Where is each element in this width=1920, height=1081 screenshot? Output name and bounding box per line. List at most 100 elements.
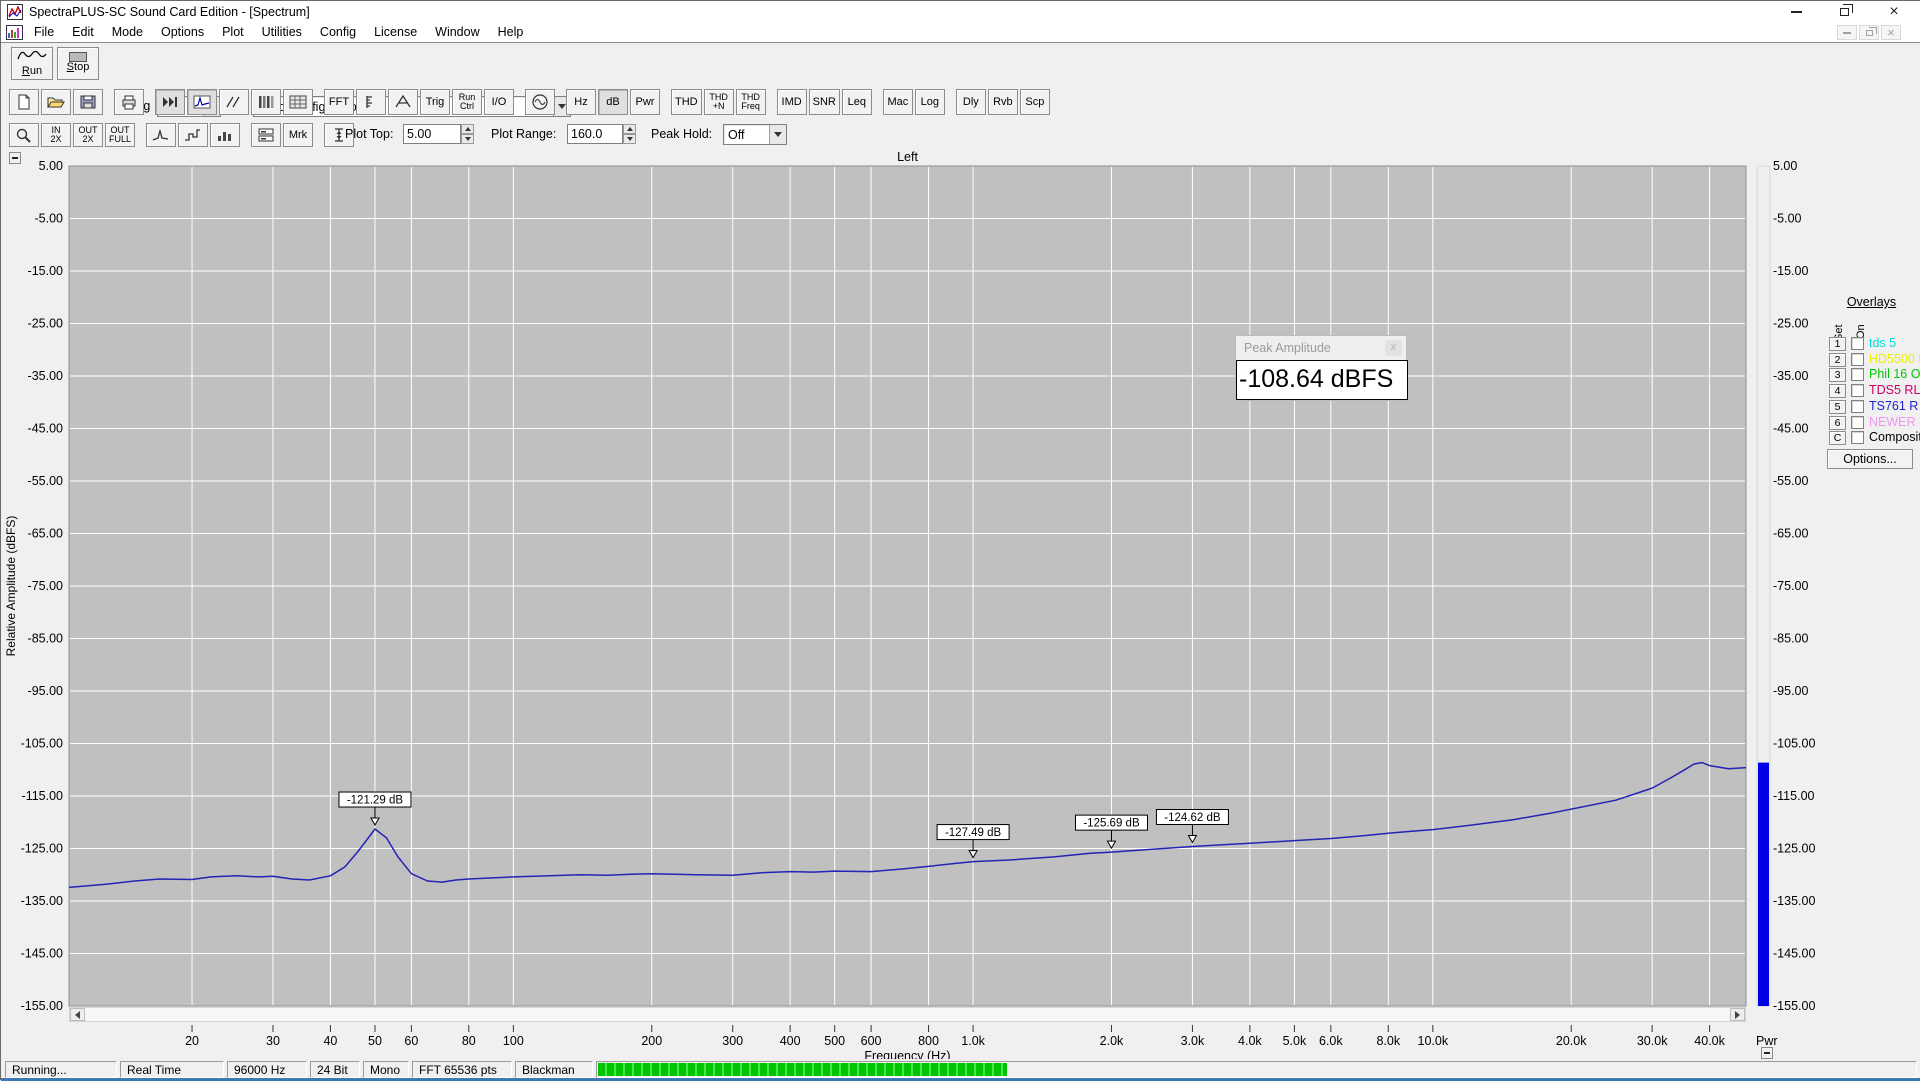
meter-collapse-button[interactable] [1761, 1047, 1773, 1059]
signal-generator-button[interactable] [525, 89, 555, 115]
bar-plot-mode-button[interactable] [210, 123, 240, 147]
scope-button[interactable]: Scp [1020, 89, 1050, 115]
open-file-button[interactable] [41, 89, 71, 115]
menu-item-window[interactable]: Window [426, 23, 488, 42]
thdn-button[interactable]: THD+N [704, 89, 734, 115]
overlay-on-checkbox-c[interactable] [1851, 431, 1864, 444]
new-file-button[interactable] [9, 89, 39, 115]
log-button[interactable]: Log [915, 89, 945, 115]
y-axis-label-right: -25.00 [1773, 317, 1808, 331]
menu-item-options[interactable]: Options [152, 23, 213, 42]
scroll-left-button[interactable] [70, 1008, 85, 1021]
run-button[interactable]: Run [11, 47, 53, 80]
menu-item-file[interactable]: File [25, 23, 63, 42]
mdi-minimize-button[interactable] [1837, 25, 1857, 40]
speed-process-button[interactable] [155, 89, 185, 115]
line-plot-mode-button[interactable] [146, 123, 176, 147]
menu-item-help[interactable]: Help [489, 23, 533, 42]
overlay-on-checkbox-5[interactable] [1851, 400, 1864, 413]
overlay-set-button-3[interactable]: 3 [1829, 368, 1846, 382]
imd-button[interactable]: IMD [777, 89, 807, 115]
run-control-button-label: RunCtrl [459, 93, 476, 111]
x-axis-label: 80 [462, 1034, 476, 1048]
phase-view-button[interactable] [219, 89, 249, 115]
pwr-units-button[interactable]: Pwr [630, 89, 660, 115]
status-mode: Real Time [120, 1061, 224, 1078]
mdi-restore-button[interactable] [1859, 25, 1879, 40]
overlay-set-button-6[interactable]: 6 [1829, 416, 1846, 430]
overlay-set-button-5[interactable]: 5 [1829, 400, 1846, 414]
overlay-on-checkbox-2[interactable] [1851, 353, 1864, 366]
menu-item-edit[interactable]: Edit [63, 23, 103, 42]
y-axis-label-right: -55.00 [1773, 474, 1808, 488]
plot-top-spinner[interactable] [461, 124, 474, 144]
leq-button[interactable]: Leq [842, 89, 872, 115]
hz-units-button[interactable]: Hz [566, 89, 596, 115]
mdi-close-button[interactable]: × [1881, 25, 1901, 40]
frequency-scrollbar[interactable] [69, 1007, 1746, 1022]
zoom-out-full-button[interactable]: OUTFULL [105, 123, 135, 147]
y-axis-label-right: -145.00 [1773, 947, 1815, 961]
scroll-right-button[interactable] [1730, 1008, 1745, 1021]
thdn-button-label: THD+N [709, 93, 728, 111]
plot-range-input[interactable]: 160.0 [567, 124, 623, 144]
thd-button[interactable]: THD [671, 89, 702, 115]
scale-button[interactable] [356, 89, 386, 115]
marker-button[interactable]: Mrk [283, 123, 313, 147]
zoom-out-2x-button[interactable]: OUT2X [73, 123, 103, 147]
x-axis-label: 30.0k [1637, 1034, 1668, 1048]
spectrogram-view-button[interactable] [251, 89, 281, 115]
spectrum-view-button[interactable] [187, 89, 217, 115]
peak-hold-value: Off [724, 128, 769, 142]
minimize-button[interactable] [1781, 3, 1811, 21]
overlay-set-button-2[interactable]: 2 [1829, 353, 1846, 367]
menu-item-config[interactable]: Config [311, 23, 365, 42]
menu-item-utilities[interactable]: Utilities [253, 23, 311, 42]
io-device-button[interactable]: I/O [484, 89, 514, 115]
menu-item-license[interactable]: License [365, 23, 426, 42]
surface-view-button[interactable] [283, 89, 313, 115]
overlay-on-checkbox-1[interactable] [1851, 337, 1864, 350]
zoom-tool-button[interactable] [9, 123, 39, 147]
y-axis-label-left: -135.00 [21, 894, 63, 908]
plot-range-spinner[interactable] [623, 124, 636, 144]
macro-button[interactable]: Mac [883, 89, 913, 115]
tile-layout-button[interactable] [251, 123, 281, 147]
overlay-on-checkbox-4[interactable] [1851, 384, 1864, 397]
peak-hold-select[interactable]: Off [723, 124, 787, 145]
restore-button[interactable] [1829, 3, 1859, 21]
overlay-set-button-4[interactable]: 4 [1829, 384, 1846, 398]
db-units-button[interactable]: dB [598, 89, 628, 115]
plot-top-input[interactable]: 5.00 [403, 124, 461, 144]
fft-settings-button[interactable]: FFT [324, 89, 354, 115]
peak-amplitude-close-button[interactable]: x [1385, 340, 1402, 356]
run-control-button[interactable]: RunCtrl [452, 89, 482, 115]
overlay-set-button-c[interactable]: C [1829, 431, 1846, 445]
close-button[interactable]: × [1879, 3, 1909, 21]
weighting-button[interactable] [388, 89, 418, 115]
overlays-options-button[interactable]: Options... [1827, 449, 1913, 469]
phase-view-icon [224, 94, 244, 110]
overlay-set-button-1[interactable]: 1 [1829, 337, 1846, 351]
snr-button[interactable]: SNR [809, 89, 840, 115]
save-button[interactable] [73, 89, 103, 115]
step-plot-mode-button[interactable] [178, 123, 208, 147]
thdfreq-button[interactable]: THDFreq [736, 89, 766, 115]
zoom-in-2x-button[interactable]: IN2X [41, 123, 71, 147]
stop-button[interactable]: Stop [57, 47, 99, 80]
title-bar: SpectraPLUS-SC Sound Card Edition - [Spe… [1, 1, 1920, 23]
print-button[interactable] [114, 89, 144, 115]
menu-item-mode[interactable]: Mode [103, 23, 152, 42]
menu-item-plot[interactable]: Plot [213, 23, 253, 42]
overlay-on-checkbox-6[interactable] [1851, 416, 1864, 429]
reverb-button[interactable]: Rvb [988, 89, 1018, 115]
spectrum-view-icon [192, 94, 212, 110]
overlays-title-link[interactable]: Overlays [1823, 295, 1920, 309]
power-meter-label: Pwr [1756, 1034, 1778, 1048]
peak-hold-dropdown-arrow[interactable] [769, 125, 786, 144]
overlay-on-checkbox-3[interactable] [1851, 368, 1864, 381]
peak-amplitude-window[interactable]: Peak Amplitude x -108.64 dBFS [1235, 335, 1407, 401]
overlay-label: TDS5 RL [1869, 383, 1920, 397]
delay-button[interactable]: Dly [956, 89, 986, 115]
trigger-button[interactable]: Trig [420, 89, 450, 115]
